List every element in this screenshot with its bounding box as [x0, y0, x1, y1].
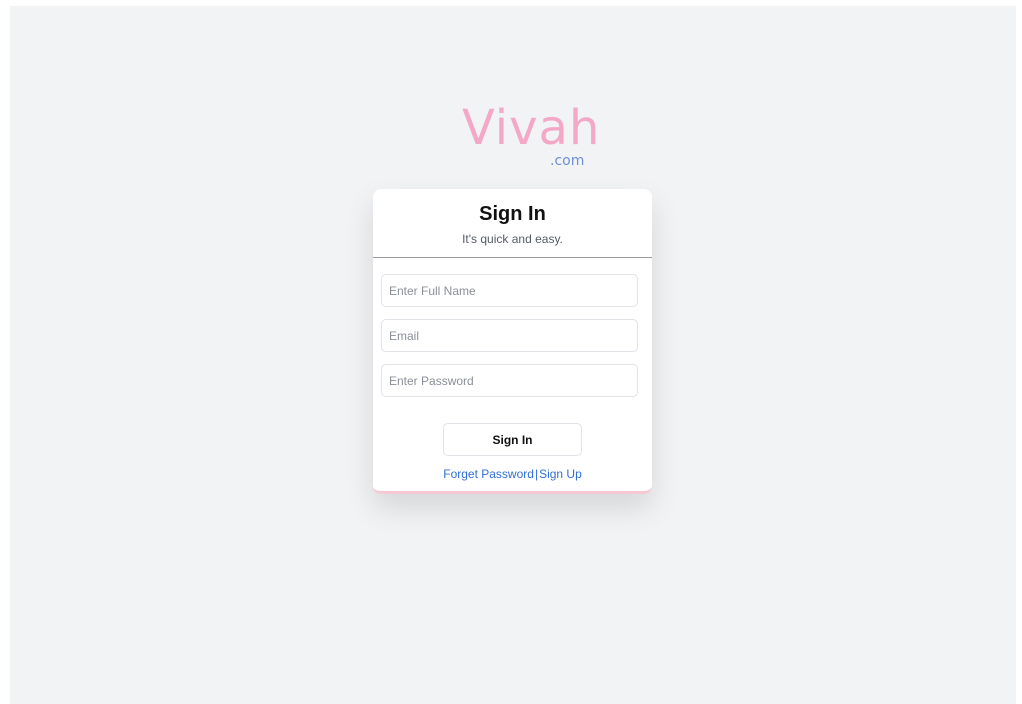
sign-in-card: Sign In It's quick and easy. Sign In For…	[373, 189, 652, 494]
brand-name: Vivah	[462, 100, 601, 156]
sign-in-button[interactable]: Sign In	[443, 423, 582, 456]
password-input[interactable]	[381, 364, 638, 397]
auth-links: Forget Password|Sign Up	[373, 466, 652, 482]
card-subtitle: It's quick and easy.	[462, 232, 563, 246]
email-input[interactable]	[381, 319, 638, 352]
brand-logo: Vivah .com	[462, 98, 599, 174]
card-title: Sign In	[479, 203, 546, 225]
link-separator: |	[534, 467, 539, 481]
sign-up-link[interactable]: Sign Up	[539, 467, 582, 481]
forget-password-link[interactable]: Forget Password	[443, 467, 534, 481]
full-name-input[interactable]	[381, 274, 638, 307]
brand-suffix: .com	[550, 153, 585, 169]
page-background: Vivah .com Sign In It's quick and easy. …	[10, 6, 1016, 704]
card-header: Sign In It's quick and easy.	[373, 189, 652, 258]
